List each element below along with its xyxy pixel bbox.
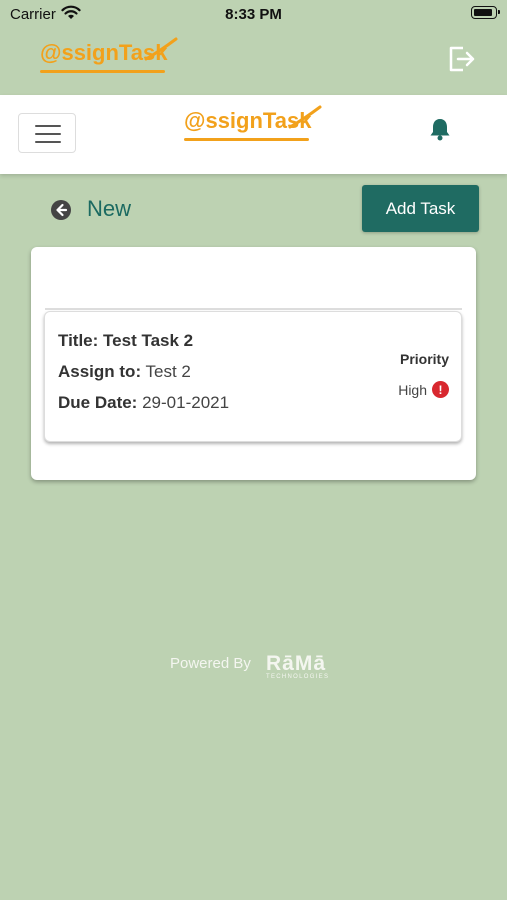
powered-by-label: Powered By	[170, 655, 251, 672]
task-assignee-value: Test 2	[145, 362, 191, 381]
add-task-button[interactable]: Add Task	[362, 185, 479, 232]
priority-label: Priority	[399, 351, 449, 367]
navbar	[0, 95, 507, 174]
hamburger-menu-button[interactable]	[18, 113, 76, 153]
logo-checkmark-icon	[288, 105, 322, 129]
back-circle-icon[interactable]	[50, 199, 72, 221]
app-logo-header: @ssignTask	[40, 37, 178, 73]
app-logo-navbar: @ssignTask	[184, 105, 322, 141]
priority-value: High	[398, 381, 427, 398]
priority-value-row: High !	[398, 381, 449, 398]
task-assignee-label: Assign to:	[58, 362, 142, 381]
task-due-value: 29-01-2021	[142, 393, 230, 412]
task-title-label: Title:	[58, 331, 99, 350]
brand-logo: RāMā	[266, 652, 327, 675]
page-title: New	[87, 196, 132, 221]
status-time: 8:33 PM	[225, 6, 282, 23]
task-due-label: Due Date:	[58, 393, 138, 412]
logo-checkmark-icon	[144, 37, 178, 61]
bell-icon[interactable]	[427, 116, 453, 142]
logout-icon[interactable]	[446, 44, 476, 74]
task-card[interactable]: Title: Test Task 2 Assign to: Test 2 Due…	[44, 311, 462, 442]
task-due-row: Due Date: 29-01-2021	[58, 393, 229, 413]
exclamation-circle-icon: !	[432, 381, 449, 398]
divider	[45, 308, 462, 310]
task-title-value: Test Task 2	[103, 331, 194, 350]
task-list-panel: Title: Test Task 2 Assign to: Test 2 Due…	[31, 247, 476, 480]
battery-icon	[471, 6, 500, 19]
status-bar: Carrier 8:33 PM	[0, 0, 507, 28]
task-assignee-row: Assign to: Test 2	[58, 362, 191, 382]
brand-tagline: TECHNOLOGIES	[266, 674, 330, 680]
task-title-row: Title: Test Task 2	[58, 331, 193, 351]
